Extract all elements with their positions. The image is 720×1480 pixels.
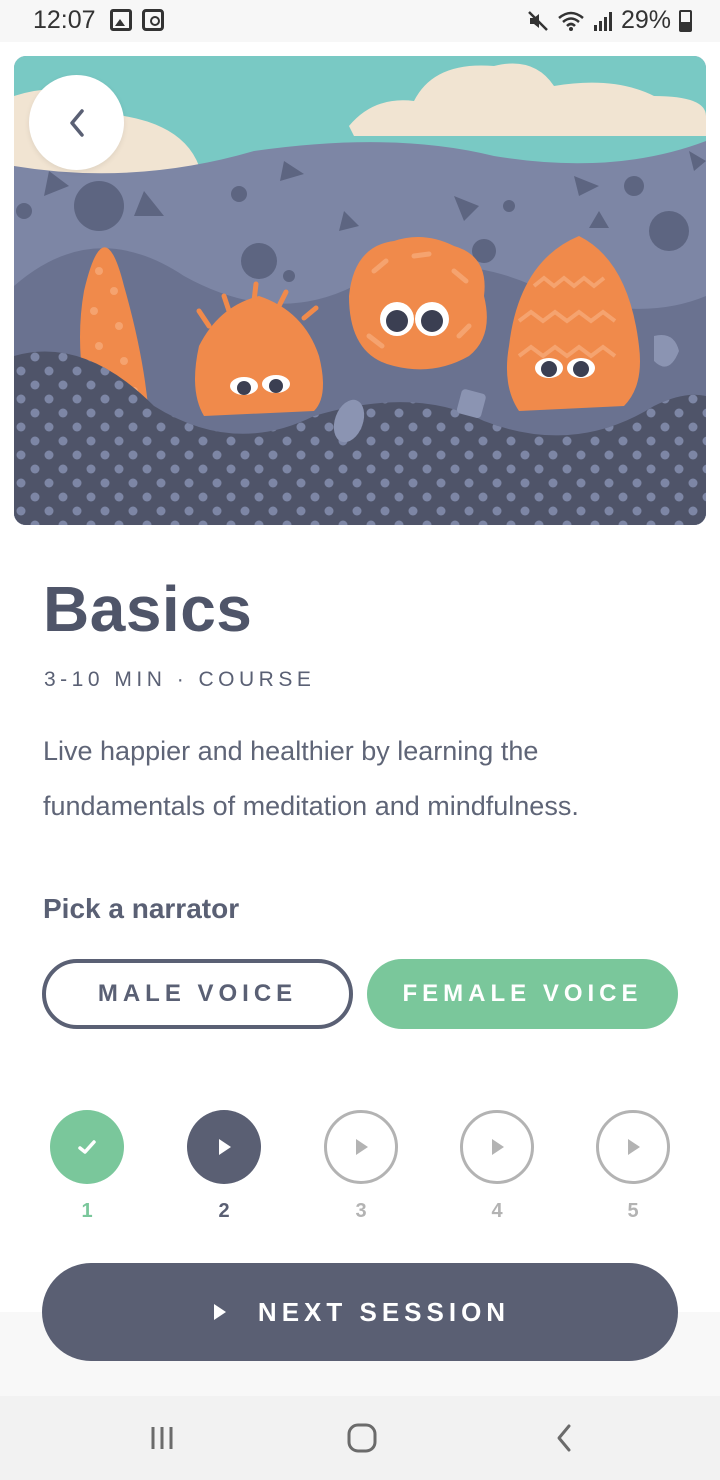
back-icon	[557, 1424, 571, 1452]
recents-button[interactable]	[140, 1416, 184, 1460]
recents-icon	[151, 1427, 173, 1449]
male-voice-button[interactable]: MALE VOICE	[42, 959, 353, 1029]
course-meta: 3-10 MIN · COURSE	[44, 668, 316, 691]
status-bar: 12:07 29%	[0, 0, 720, 42]
home-icon	[347, 1423, 377, 1453]
system-back-button[interactable]	[542, 1416, 586, 1460]
status-time: 12:07	[33, 6, 96, 34]
clock-icon	[142, 9, 164, 31]
navigation-bar	[0, 1396, 720, 1480]
next-session-button[interactable]: NEXT SESSION	[42, 1263, 678, 1361]
session-3-number: 3	[355, 1200, 367, 1222]
course-description: Live happier and healthier by learning t…	[43, 736, 579, 821]
battery-icon	[679, 9, 692, 32]
session-5-button[interactable]	[596, 1110, 670, 1184]
session-4-number: 4	[491, 1200, 503, 1222]
checkmark-icon	[78, 1140, 96, 1154]
narrator-label: Pick a narrator	[43, 893, 240, 924]
play-icon	[219, 1139, 231, 1155]
session-2-button[interactable]	[187, 1110, 261, 1184]
session-1-button[interactable]	[50, 1110, 124, 1184]
session-1-number: 1	[81, 1200, 93, 1222]
back-button[interactable]	[29, 75, 124, 170]
session-3-button[interactable]	[324, 1110, 398, 1184]
session-2-number: 2	[218, 1200, 230, 1222]
wifi-icon	[558, 11, 584, 31]
play-icon	[492, 1139, 504, 1155]
female-voice-button[interactable]: FEMALE VOICE	[367, 959, 678, 1029]
session-5-number: 5	[627, 1200, 639, 1222]
battery-percent: 29%	[620, 6, 671, 34]
back-arrow-icon	[69, 108, 84, 137]
play-icon	[213, 1304, 226, 1320]
course-title: Basics	[43, 573, 253, 645]
play-icon	[628, 1139, 640, 1155]
play-icon	[356, 1139, 368, 1155]
home-button[interactable]	[340, 1416, 384, 1460]
session-4-button[interactable]	[460, 1110, 534, 1184]
mute-icon	[528, 10, 548, 31]
image-icon	[110, 9, 132, 31]
signal-icon	[593, 11, 612, 31]
next-session-label: NEXT SESSION	[257, 1296, 511, 1327]
